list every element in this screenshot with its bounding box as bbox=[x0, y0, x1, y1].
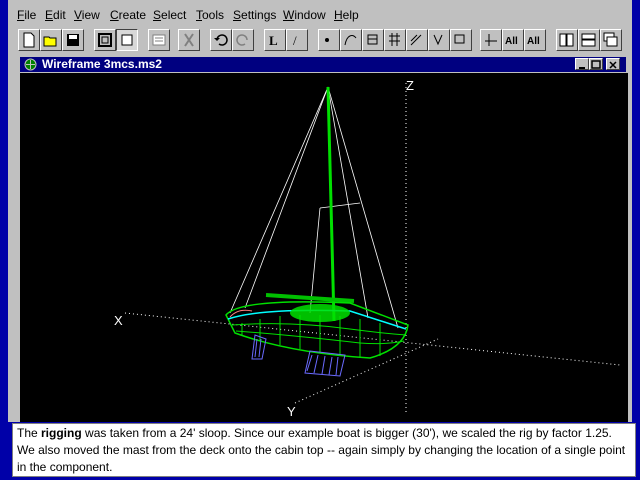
redo-icon bbox=[236, 34, 248, 46]
axis-icon bbox=[485, 34, 497, 46]
window-titlebar[interactable]: Wireframe 3mcs.ms2 bbox=[20, 57, 626, 72]
maximize-icon bbox=[591, 60, 601, 69]
menu-file[interactable]: File bbox=[17, 8, 36, 22]
wireframe-viewport[interactable]: Z X Y bbox=[20, 73, 628, 422]
redo-button[interactable] bbox=[232, 29, 254, 51]
svg-text:All: All bbox=[505, 36, 518, 47]
cut-icon bbox=[184, 33, 194, 47]
single-view-button[interactable] bbox=[116, 29, 138, 51]
y-axis bbox=[294, 338, 439, 404]
save-icon bbox=[67, 34, 79, 46]
grid-icon bbox=[389, 33, 400, 46]
axis-button[interactable] bbox=[480, 29, 502, 51]
cascade-icon bbox=[603, 32, 618, 47]
menu-select[interactable]: Select bbox=[153, 8, 186, 22]
y-axis-label: Y bbox=[287, 404, 296, 419]
mast bbox=[326, 86, 336, 322]
menu-settings[interactable]: Settings bbox=[233, 8, 276, 22]
toolbar: L / All All bbox=[8, 28, 632, 56]
keel bbox=[251, 334, 346, 377]
minimize-icon bbox=[579, 67, 585, 69]
tile-horizontal-button[interactable] bbox=[578, 29, 600, 51]
window-app-icon[interactable] bbox=[24, 58, 37, 71]
frame-view-button[interactable] bbox=[94, 29, 116, 51]
caption-bold: rigging bbox=[41, 426, 82, 440]
svg-text:All: All bbox=[527, 36, 540, 47]
all-plus-button[interactable]: All bbox=[502, 29, 524, 51]
caption-pre: The bbox=[17, 426, 42, 440]
maximize-button[interactable] bbox=[589, 58, 603, 70]
menu-edit[interactable]: Edit bbox=[45, 8, 66, 22]
minimize-button[interactable] bbox=[575, 58, 589, 70]
all-minus-icon: All bbox=[527, 36, 540, 47]
grid-tool-button[interactable] bbox=[384, 29, 406, 51]
close-button[interactable] bbox=[606, 58, 620, 70]
curve-tool-button[interactable] bbox=[340, 29, 362, 51]
tile-horizontal-icon bbox=[581, 33, 596, 47]
cascade-button[interactable] bbox=[600, 29, 622, 51]
point-tool-button[interactable] bbox=[318, 29, 340, 51]
boom bbox=[265, 293, 355, 303]
window-title: Wireframe 3mcs.ms2 bbox=[42, 57, 162, 71]
x-axis-label: X bbox=[114, 313, 123, 328]
point-icon bbox=[325, 38, 329, 42]
project-tool-button[interactable] bbox=[428, 29, 450, 51]
open-button[interactable] bbox=[40, 29, 62, 51]
sweep-icon bbox=[410, 34, 422, 46]
properties-button[interactable] bbox=[148, 29, 170, 51]
rectangle-tool-button[interactable] bbox=[450, 29, 472, 51]
surface-icon bbox=[367, 34, 378, 45]
line-icon: L bbox=[269, 33, 278, 48]
cut-button[interactable] bbox=[178, 29, 200, 51]
new-file-icon bbox=[23, 32, 35, 48]
frame-view-icon bbox=[98, 33, 112, 47]
svg-text:L: L bbox=[269, 33, 278, 48]
caption-post: was taken from a 24' sloop. Since our ex… bbox=[17, 426, 626, 474]
menu-create[interactable]: Create bbox=[110, 8, 146, 22]
undo-icon bbox=[214, 34, 228, 46]
menu-tools[interactable]: Tools bbox=[196, 8, 224, 22]
menu-view[interactable]: View bbox=[74, 8, 100, 22]
z-axis-label: Z bbox=[406, 78, 414, 93]
properties-icon bbox=[152, 34, 166, 46]
all-minus-button[interactable]: All bbox=[524, 29, 546, 51]
fraction-tool-button[interactable]: / bbox=[286, 29, 308, 51]
rectangle-icon bbox=[454, 34, 465, 44]
line-tool-button[interactable]: L bbox=[264, 29, 286, 51]
menu-help[interactable]: Help bbox=[334, 8, 359, 22]
menu-bar: File Edit View Create Select Tools Setti… bbox=[8, 6, 632, 24]
new-file-button[interactable] bbox=[18, 29, 40, 51]
svg-text:/: / bbox=[293, 33, 297, 48]
caption-box: The rigging was taken from a 24' sloop. … bbox=[12, 423, 636, 477]
menu-window[interactable]: Window bbox=[283, 8, 326, 22]
rigging bbox=[229, 86, 399, 329]
sweep-tool-button[interactable] bbox=[406, 29, 428, 51]
close-icon bbox=[609, 61, 617, 69]
open-folder-icon bbox=[43, 36, 57, 47]
wireframe-canvas[interactable]: Z X Y bbox=[20, 73, 628, 422]
single-view-icon bbox=[121, 34, 133, 46]
fraction-icon: / bbox=[293, 33, 297, 48]
tile-vertical-button[interactable] bbox=[556, 29, 578, 51]
curve-icon bbox=[344, 35, 357, 46]
surface-tool-button[interactable] bbox=[362, 29, 384, 51]
arrow-down-icon bbox=[433, 34, 443, 46]
all-plus-icon: All bbox=[505, 36, 518, 47]
tile-vertical-icon bbox=[559, 33, 574, 47]
undo-button[interactable] bbox=[210, 29, 232, 51]
save-button[interactable] bbox=[62, 29, 84, 51]
